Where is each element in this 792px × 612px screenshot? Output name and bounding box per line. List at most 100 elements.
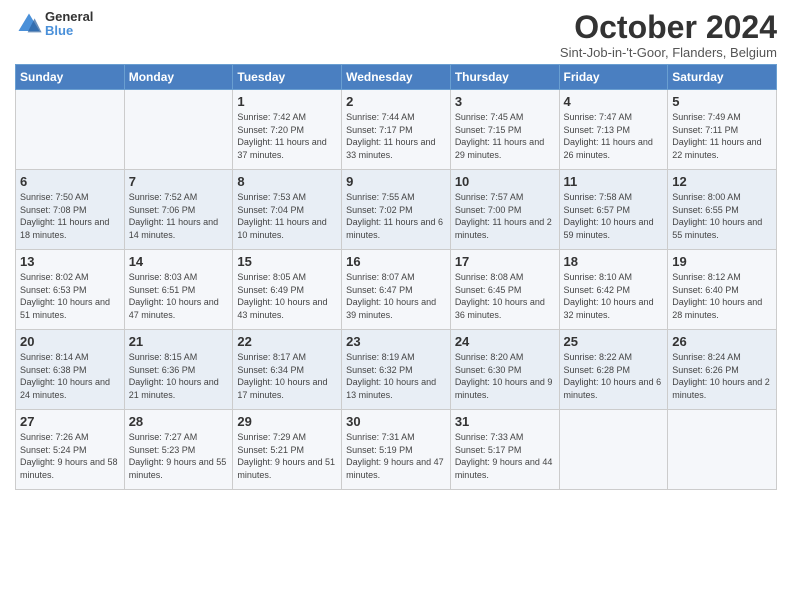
day-number: 28 <box>129 414 229 429</box>
calendar-cell: 27 Sunrise: 7:26 AMSunset: 5:24 PMDayligh… <box>16 410 125 490</box>
calendar-cell: 15 Sunrise: 8:05 AMSunset: 6:49 PMDayligh… <box>233 250 342 330</box>
calendar-body: 1 Sunrise: 7:42 AMSunset: 7:20 PMDaylight… <box>16 90 777 490</box>
day-number: 6 <box>20 174 120 189</box>
calendar-table: Sunday Monday Tuesday Wednesday Thursday… <box>15 64 777 490</box>
day-info: Sunrise: 7:52 AMSunset: 7:06 PMDaylight:… <box>129 191 229 241</box>
calendar-cell: 21 Sunrise: 8:15 AMSunset: 6:36 PMDayligh… <box>124 330 233 410</box>
day-number: 30 <box>346 414 446 429</box>
day-number: 20 <box>20 334 120 349</box>
calendar-week-3: 13 Sunrise: 8:02 AMSunset: 6:53 PMDayligh… <box>16 250 777 330</box>
calendar-header: Sunday Monday Tuesday Wednesday Thursday… <box>16 65 777 90</box>
calendar-cell: 18Sunrise: 8:10 AMSunset: 6:42 PMDayligh… <box>559 250 668 330</box>
calendar-cell: 1 Sunrise: 7:42 AMSunset: 7:20 PMDaylight… <box>233 90 342 170</box>
day-number: 10 <box>455 174 555 189</box>
day-number: 12 <box>672 174 772 189</box>
day-info: Sunrise: 8:03 AMSunset: 6:51 PMDaylight:… <box>129 271 229 321</box>
day-info: Sunrise: 8:15 AMSunset: 6:36 PMDaylight:… <box>129 351 229 401</box>
calendar-cell: 6Sunrise: 7:50 AMSunset: 7:08 PMDaylight… <box>16 170 125 250</box>
header-friday: Friday <box>559 65 668 90</box>
calendar-cell: 14Sunrise: 8:03 AMSunset: 6:51 PMDayligh… <box>124 250 233 330</box>
calendar-cell <box>668 410 777 490</box>
day-info: Sunrise: 7:45 AMSunset: 7:15 PMDaylight:… <box>455 111 555 161</box>
location-subtitle: Sint-Job-in-'t-Goor, Flanders, Belgium <box>560 45 777 60</box>
day-info: Sunrise: 8:08 AMSunset: 6:45 PMDaylight:… <box>455 271 555 321</box>
day-info: Sunrise: 8:12 AMSunset: 6:40 PMDaylight:… <box>672 271 772 321</box>
day-info: Sunrise: 7:57 AMSunset: 7:00 PMDaylight:… <box>455 191 555 241</box>
header-tuesday: Tuesday <box>233 65 342 90</box>
day-number: 7 <box>129 174 229 189</box>
day-number: 8 <box>237 174 337 189</box>
logo-text: General Blue <box>45 10 93 39</box>
calendar-cell: 23 Sunrise: 8:19 AMSunset: 6:32 PMDayligh… <box>342 330 451 410</box>
day-info: Sunrise: 8:05 AMSunset: 6:49 PMDaylight:… <box>237 271 337 321</box>
day-number: 15 <box>237 254 337 269</box>
calendar-cell: 29Sunrise: 7:29 AMSunset: 5:21 PMDayligh… <box>233 410 342 490</box>
month-title: October 2024 <box>560 10 777 45</box>
calendar-cell: 17 Sunrise: 8:08 AMSunset: 6:45 PMDayligh… <box>450 250 559 330</box>
day-number: 24 <box>455 334 555 349</box>
calendar-cell: 5 Sunrise: 7:49 AMSunset: 7:11 PMDaylight… <box>668 90 777 170</box>
day-info: Sunrise: 8:02 AMSunset: 6:53 PMDaylight:… <box>20 271 120 321</box>
day-number: 25 <box>564 334 664 349</box>
calendar-cell: 2 Sunrise: 7:44 AMSunset: 7:17 PMDaylight… <box>342 90 451 170</box>
header-monday: Monday <box>124 65 233 90</box>
header: General Blue October 2024 Sint-Job-in-'t… <box>15 10 777 60</box>
day-number: 23 <box>346 334 446 349</box>
day-info: Sunrise: 7:49 AMSunset: 7:11 PMDaylight:… <box>672 111 772 161</box>
day-info: Sunrise: 8:10 AMSunset: 6:42 PMDaylight:… <box>564 271 664 321</box>
day-info: Sunrise: 8:00 AMSunset: 6:55 PMDaylight:… <box>672 191 772 241</box>
day-number: 11 <box>564 174 664 189</box>
day-info: Sunrise: 7:55 AMSunset: 7:02 PMDaylight:… <box>346 191 446 241</box>
day-info: Sunrise: 7:44 AMSunset: 7:17 PMDaylight:… <box>346 111 446 161</box>
calendar-cell: 19 Sunrise: 8:12 AMSunset: 6:40 PMDayligh… <box>668 250 777 330</box>
day-info: Sunrise: 8:07 AMSunset: 6:47 PMDaylight:… <box>346 271 446 321</box>
calendar-cell: 9 Sunrise: 7:55 AMSunset: 7:02 PMDaylight… <box>342 170 451 250</box>
calendar-cell: 13 Sunrise: 8:02 AMSunset: 6:53 PMDayligh… <box>16 250 125 330</box>
day-info: Sunrise: 8:14 AMSunset: 6:38 PMDaylight:… <box>20 351 120 401</box>
day-number: 27 <box>20 414 120 429</box>
calendar-cell: 12 Sunrise: 8:00 AMSunset: 6:55 PMDayligh… <box>668 170 777 250</box>
day-number: 2 <box>346 94 446 109</box>
day-number: 13 <box>20 254 120 269</box>
day-number: 16 <box>346 254 446 269</box>
calendar-cell: 25 Sunrise: 8:22 AMSunset: 6:28 PMDayligh… <box>559 330 668 410</box>
day-number: 22 <box>237 334 337 349</box>
calendar-week-2: 6Sunrise: 7:50 AMSunset: 7:08 PMDaylight… <box>16 170 777 250</box>
day-number: 31 <box>455 414 555 429</box>
day-info: Sunrise: 8:22 AMSunset: 6:28 PMDaylight:… <box>564 351 664 401</box>
day-info: Sunrise: 7:33 AMSunset: 5:17 PMDaylight:… <box>455 431 555 481</box>
day-info: Sunrise: 7:26 AMSunset: 5:24 PMDaylight:… <box>20 431 120 481</box>
calendar-cell: 7 Sunrise: 7:52 AMSunset: 7:06 PMDaylight… <box>124 170 233 250</box>
logo-line1: General <box>45 10 93 24</box>
day-info: Sunrise: 8:19 AMSunset: 6:32 PMDaylight:… <box>346 351 446 401</box>
day-number: 29 <box>237 414 337 429</box>
calendar-cell: 4 Sunrise: 7:47 AMSunset: 7:13 PMDaylight… <box>559 90 668 170</box>
calendar-week-1: 1 Sunrise: 7:42 AMSunset: 7:20 PMDaylight… <box>16 90 777 170</box>
calendar-cell: 31 Sunrise: 7:33 AMSunset: 5:17 PMDayligh… <box>450 410 559 490</box>
day-number: 5 <box>672 94 772 109</box>
day-info: Sunrise: 7:58 AMSunset: 6:57 PMDaylight:… <box>564 191 664 241</box>
header-row: Sunday Monday Tuesday Wednesday Thursday… <box>16 65 777 90</box>
title-block: October 2024 Sint-Job-in-'t-Goor, Flande… <box>560 10 777 60</box>
logo-icon <box>15 10 43 38</box>
day-number: 9 <box>346 174 446 189</box>
calendar-cell: 16 Sunrise: 8:07 AMSunset: 6:47 PMDayligh… <box>342 250 451 330</box>
calendar-cell: 8 Sunrise: 7:53 AMSunset: 7:04 PMDaylight… <box>233 170 342 250</box>
day-number: 1 <box>237 94 337 109</box>
day-number: 26 <box>672 334 772 349</box>
calendar-cell <box>124 90 233 170</box>
day-number: 17 <box>455 254 555 269</box>
calendar-cell: 11 Sunrise: 7:58 AMSunset: 6:57 PMDayligh… <box>559 170 668 250</box>
day-info: Sunrise: 7:53 AMSunset: 7:04 PMDaylight:… <box>237 191 337 241</box>
day-number: 4 <box>564 94 664 109</box>
day-info: Sunrise: 7:47 AMSunset: 7:13 PMDaylight:… <box>564 111 664 161</box>
header-saturday: Saturday <box>668 65 777 90</box>
day-info: Sunrise: 8:20 AMSunset: 6:30 PMDaylight:… <box>455 351 555 401</box>
calendar-cell: 10 Sunrise: 7:57 AMSunset: 7:00 PMDayligh… <box>450 170 559 250</box>
day-info: Sunrise: 7:42 AMSunset: 7:20 PMDaylight:… <box>237 111 337 161</box>
day-number: 19 <box>672 254 772 269</box>
day-number: 21 <box>129 334 229 349</box>
calendar-cell: 20 Sunrise: 8:14 AMSunset: 6:38 PMDayligh… <box>16 330 125 410</box>
logo: General Blue <box>15 10 93 39</box>
calendar-week-4: 20 Sunrise: 8:14 AMSunset: 6:38 PMDayligh… <box>16 330 777 410</box>
